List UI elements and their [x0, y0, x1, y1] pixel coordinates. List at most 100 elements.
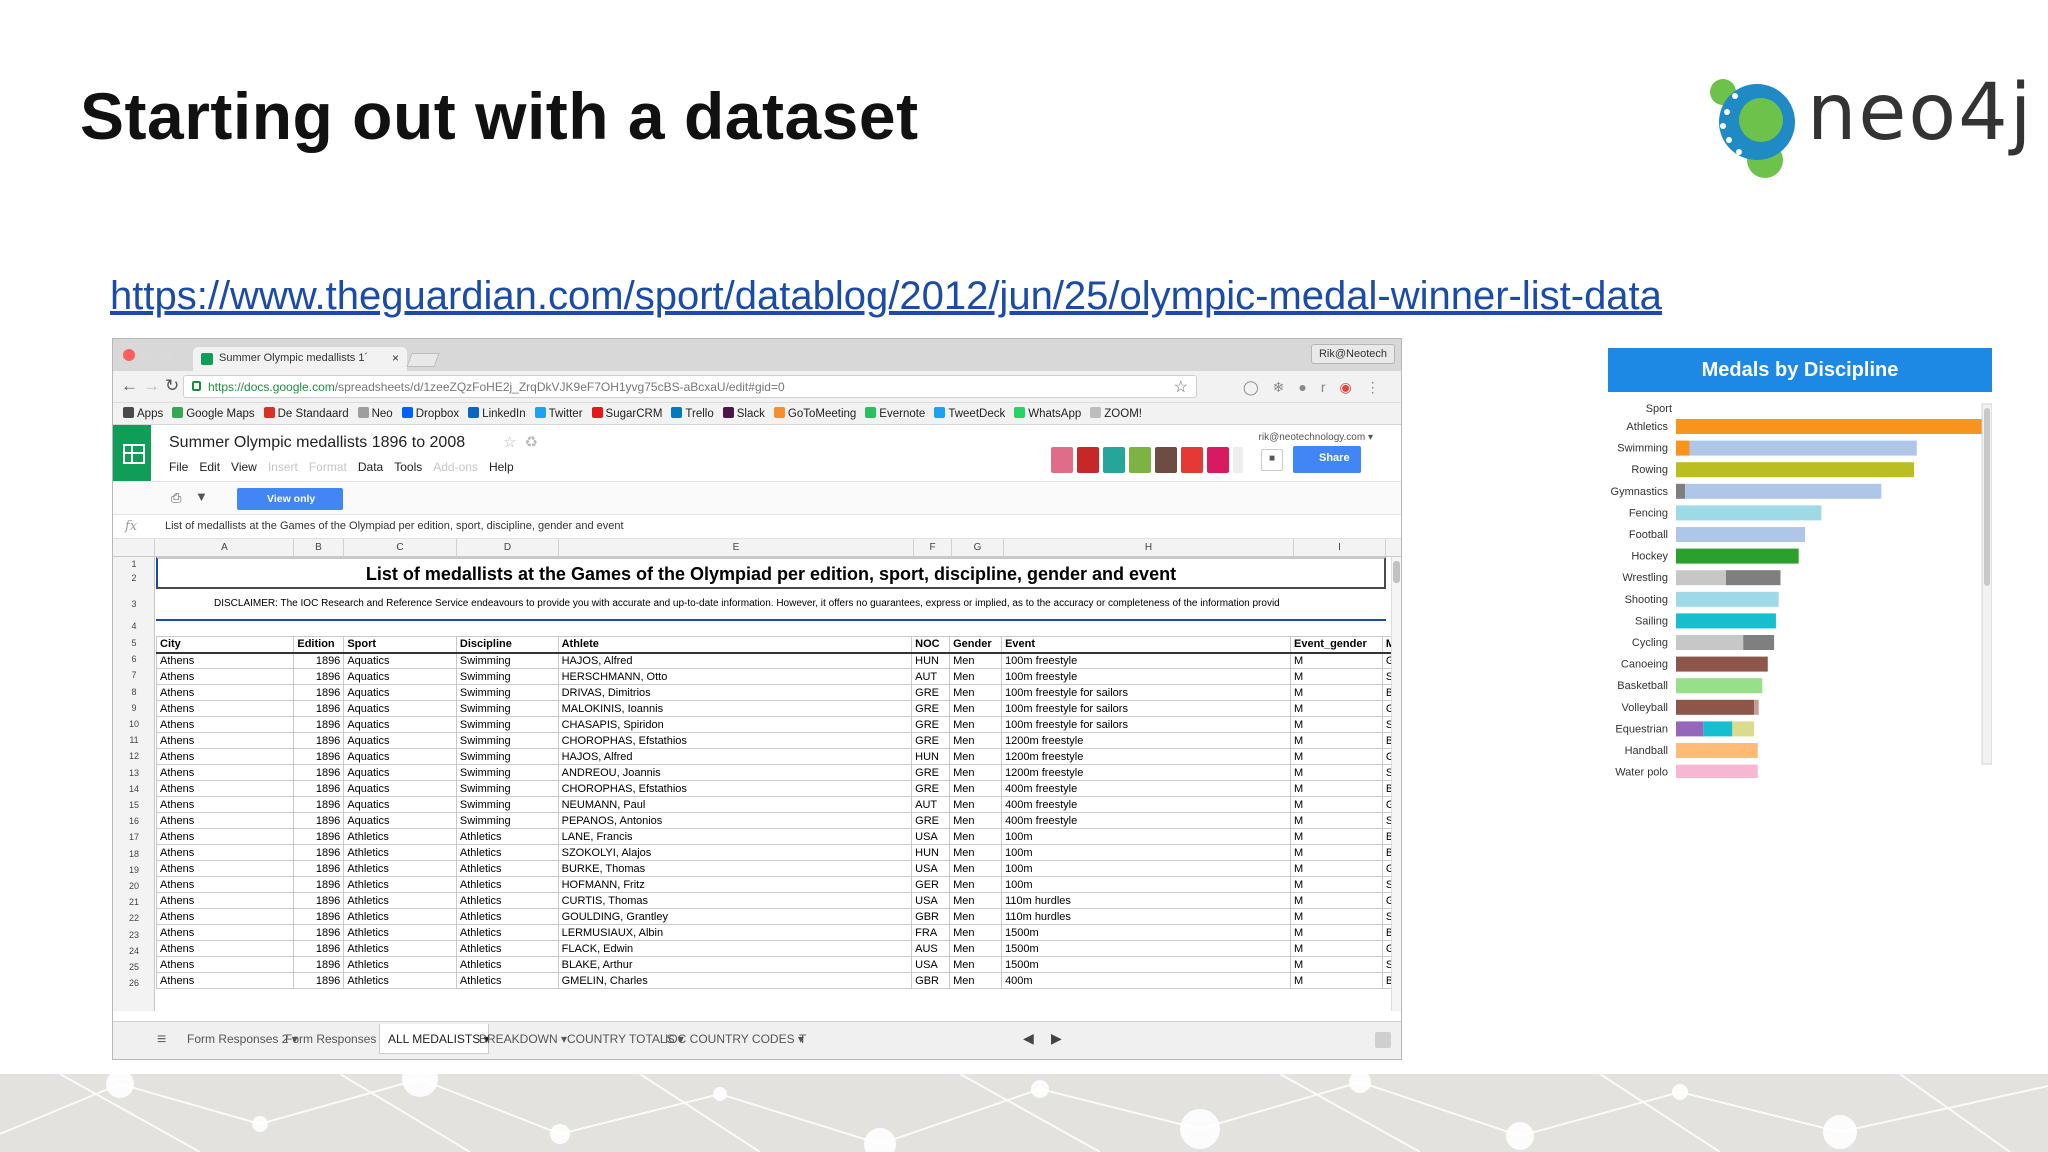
table-cell[interactable]: PEPANOS, Antonios [557, 812, 913, 829]
profile-chip[interactable]: Rik@Neotech [1310, 344, 1395, 364]
column-header-f[interactable]: F [914, 539, 952, 557]
sheet-tab[interactable]: Form Responses 1 ▾ [277, 1024, 396, 1054]
menu-item-insert[interactable]: Insert [268, 460, 298, 474]
sheet-tab[interactable]: IOC COUNTRY CODES ▾ [657, 1024, 804, 1054]
table-cell[interactable]: Men [949, 844, 1003, 861]
table-cell[interactable]: Aquatics [343, 732, 457, 749]
table-cell[interactable]: Swimming [455, 716, 559, 733]
table-cell[interactable]: M [1290, 716, 1383, 733]
addon-icon[interactable] [1181, 447, 1203, 473]
table-cell[interactable]: ANDREOU, Joannis [557, 764, 913, 781]
row-number[interactable]: 19 [113, 865, 155, 875]
bookmark-star-icon[interactable]: ☆ [1174, 377, 1188, 397]
table-cell[interactable]: Athletics [455, 972, 559, 989]
table-cell[interactable]: Athens [155, 860, 295, 877]
table-cell[interactable]: Athens [155, 828, 295, 845]
table-cell[interactable]: Men [949, 748, 1003, 765]
table-cell[interactable]: 400m freestyle [1001, 812, 1292, 829]
table-cell[interactable]: M [1290, 940, 1383, 957]
row-number[interactable]: 12 [113, 751, 155, 761]
row-number[interactable]: 16 [113, 816, 155, 826]
table-cell[interactable]: Men [949, 780, 1003, 797]
column-header-cell[interactable]: Sport [343, 636, 457, 654]
table-cell[interactable]: Men [949, 924, 1003, 941]
table-cell[interactable]: M [1290, 860, 1383, 877]
table-cell[interactable]: 1896 [293, 764, 345, 781]
bookmark-item[interactable]: TweetDeck [934, 407, 1005, 420]
vertical-scrollbar[interactable] [1391, 557, 1401, 1011]
row-number[interactable]: 23 [113, 930, 155, 940]
table-cell[interactable]: Athens [155, 684, 295, 701]
table-cell[interactable]: 100m freestyle [1001, 668, 1292, 685]
table-cell[interactable]: AUT [911, 668, 951, 685]
table-cell[interactable]: Athletics [343, 860, 457, 877]
table-cell[interactable]: Aquatics [343, 764, 457, 781]
table-cell[interactable]: Men [949, 908, 1003, 925]
table-cell[interactable]: Athens [155, 668, 295, 685]
table-cell[interactable]: 1896 [293, 940, 345, 957]
column-header-cell[interactable]: Discipline [455, 636, 559, 654]
table-cell[interactable]: MALOKINIS, Ioannis [557, 700, 913, 717]
bookmark-item[interactable]: Neo [357, 407, 393, 420]
table-cell[interactable]: Men [949, 716, 1003, 733]
minimize-window-icon[interactable] [141, 349, 153, 361]
column-header-h[interactable]: H [1004, 539, 1294, 557]
table-cell[interactable]: 400m freestyle [1001, 780, 1292, 797]
row-number[interactable]: 8 [113, 687, 155, 697]
row-number[interactable]: 21 [113, 897, 155, 907]
table-cell[interactable]: M [1290, 892, 1383, 909]
forward-arrow-icon[interactable]: → [143, 376, 160, 396]
table-cell[interactable]: Men [949, 860, 1003, 877]
table-cell[interactable]: Athletics [455, 892, 559, 909]
table-cell[interactable]: Athletics [343, 956, 457, 973]
row-number[interactable]: 3 [113, 599, 155, 609]
table-cell[interactable]: USA [911, 956, 951, 973]
table-cell[interactable]: 1896 [293, 796, 345, 813]
table-cell[interactable]: Men [949, 684, 1003, 701]
table-cell[interactable]: Athletics [455, 908, 559, 925]
table-cell[interactable]: Athens [155, 908, 295, 925]
table-cell[interactable]: M [1290, 780, 1383, 797]
table-cell[interactable]: 100m freestyle for sailors [1001, 716, 1292, 733]
table-cell[interactable]: USA [911, 860, 951, 877]
column-header-cell[interactable]: NOC [911, 636, 951, 654]
menu-item-view[interactable]: View [231, 460, 257, 474]
table-cell[interactable]: GRE [911, 764, 951, 781]
table-cell[interactable]: 1896 [293, 716, 345, 733]
bookmark-item[interactable]: Google Maps [172, 407, 255, 420]
column-header-d[interactable]: D [457, 539, 559, 557]
table-cell[interactable]: 100m [1001, 844, 1292, 861]
row-number[interactable]: 15 [113, 800, 155, 810]
bookmark-item[interactable]: GoToMeeting [773, 407, 856, 420]
table-cell[interactable]: 1200m freestyle [1001, 748, 1292, 765]
table-cell[interactable]: Athletics [455, 956, 559, 973]
table-cell[interactable]: Athletics [455, 940, 559, 957]
column-header-c[interactable]: C [344, 539, 457, 557]
table-cell[interactable]: HUN [911, 844, 951, 861]
disclaimer-cell[interactable]: DISCLAIMER: The IOC Research and Referen… [156, 589, 1386, 621]
formula-text[interactable]: List of medallists at the Games of the O… [165, 520, 624, 532]
table-cell[interactable]: Athletics [343, 940, 457, 957]
bookmark-item[interactable]: Apps [123, 407, 163, 420]
table-cell[interactable]: Aquatics [343, 716, 457, 733]
table-cell[interactable]: Aquatics [343, 684, 457, 701]
table-cell[interactable]: Swimming [455, 732, 559, 749]
table-cell[interactable]: 1896 [293, 780, 345, 797]
table-cell[interactable]: GRE [911, 780, 951, 797]
table-cell[interactable]: Athens [155, 924, 295, 941]
table-cell[interactable]: Athens [155, 652, 295, 669]
table-cell[interactable]: Men [949, 956, 1003, 973]
row-number[interactable]: 18 [113, 849, 155, 859]
column-header-cell[interactable]: Athlete [557, 636, 913, 654]
table-cell[interactable]: CHOROPHAS, Efstathios [557, 732, 913, 749]
table-cell[interactable]: M [1290, 668, 1383, 685]
table-cell[interactable]: Swimming [455, 748, 559, 765]
table-cell[interactable]: 1500m [1001, 940, 1292, 957]
scroll-tabs-right-icon[interactable]: ▶ [1051, 1030, 1062, 1047]
table-cell[interactable]: Athens [155, 812, 295, 829]
addon-icon[interactable] [1207, 447, 1229, 473]
bookmark-item[interactable]: ZOOM! [1090, 407, 1142, 420]
bookmark-item[interactable]: Trello [671, 407, 714, 420]
extension-icons[interactable]: ◯❄●r◉⋮ [1243, 379, 1394, 396]
table-cell[interactable]: 1896 [293, 684, 345, 701]
